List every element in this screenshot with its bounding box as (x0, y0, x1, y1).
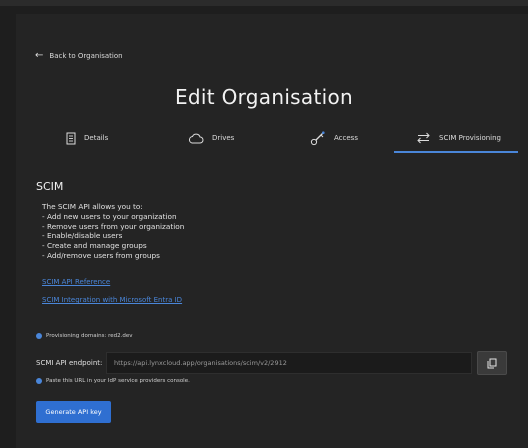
section-title: SCIM (36, 180, 64, 193)
window-top-bar (0, 0, 528, 6)
copy-button[interactable] (477, 351, 507, 375)
arrow-left-icon: ← (35, 50, 44, 61)
provisioning-domains-text: Provisioning domains: red2.dev (46, 333, 133, 339)
paste-hint-text: Paste this URL in your IdP service provi… (46, 378, 190, 384)
info-dot-icon (36, 333, 42, 339)
description-line: - Enable/disable users (42, 231, 123, 241)
copy-icon (487, 354, 497, 373)
endpoint-field[interactable]: https://api.lynxcloud.app/organisations/… (106, 352, 472, 374)
tab-access-label: Access (334, 134, 358, 142)
cloud-icon (188, 133, 204, 144)
tab-scim-provisioning[interactable]: SCIM Provisioning (394, 126, 518, 153)
tab-access[interactable]: Access (310, 126, 358, 150)
back-link[interactable]: ← Back to Organisation (35, 51, 123, 61)
description-line: - Add/remove users from groups (42, 250, 160, 260)
endpoint-label: SCMI API endpoint: (36, 359, 103, 367)
scim-description: The SCIM API allows you to: - Add new us… (42, 202, 184, 261)
entra-id-integration-link[interactable]: SCIM Integration with Microsoft Entra ID (42, 296, 182, 304)
tab-details[interactable]: Details (66, 126, 108, 150)
description-line: The SCIM API allows you to: (42, 202, 143, 211)
tab-details-label: Details (84, 134, 109, 142)
key-icon (310, 130, 326, 146)
description-line: - Add new users to your organization (42, 211, 177, 221)
back-link-label: Back to Organisation (49, 52, 123, 60)
info-dot-icon (36, 378, 42, 384)
tab-drives-label: Drives (212, 134, 235, 142)
description-line: - Remove users from your organization (42, 221, 185, 231)
scim-api-reference-link[interactable]: SCIM API Reference (42, 278, 110, 286)
swap-arrows-icon (416, 132, 431, 144)
tab-scim-label: SCIM Provisioning (439, 134, 501, 142)
document-icon (66, 132, 76, 145)
page-title: Edit Organisation (175, 85, 353, 109)
tab-drives[interactable]: Drives (188, 126, 234, 150)
generate-api-key-button[interactable]: Generate API key (36, 401, 111, 423)
provisioning-domains-info: Provisioning domains: red2.dev (36, 333, 132, 339)
tab-bar: Details Drives Access SCIM Provisioning (36, 126, 518, 153)
paste-hint: Paste this URL in your IdP service provi… (36, 378, 190, 384)
description-line: - Create and manage groups (42, 241, 147, 251)
active-tab-indicator (394, 151, 518, 153)
